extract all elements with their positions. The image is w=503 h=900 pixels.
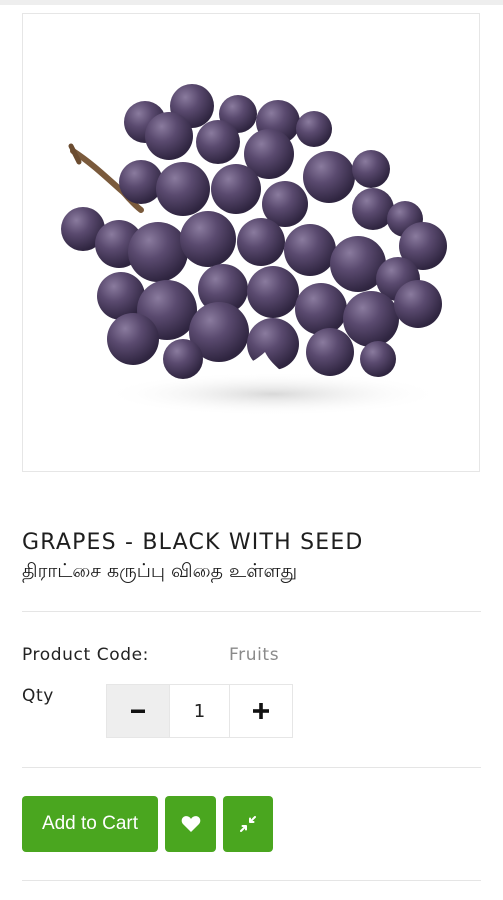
wishlist-button[interactable] — [165, 796, 216, 852]
product-title-tamil: திராட்சை கருப்பு விதை உள்ளது — [22, 560, 298, 582]
top-strip — [0, 0, 503, 5]
divider — [22, 611, 481, 612]
compress-icon — [240, 816, 256, 832]
qty-decrease-button[interactable] — [107, 685, 169, 737]
product-image[interactable] — [22, 13, 480, 472]
divider — [22, 767, 481, 768]
product-title: GRAPES - BLACK WITH SEED — [22, 530, 364, 555]
product-page: GRAPES - BLACK WITH SEED திராட்சை கருப்ப… — [0, 0, 503, 900]
divider — [22, 880, 481, 881]
minus-icon — [131, 709, 145, 713]
heart-icon — [181, 816, 200, 832]
grapes-image — [61, 84, 447, 416]
product-code-label: Product Code: — [22, 645, 149, 665]
qty-input[interactable]: 1 — [169, 685, 229, 737]
add-to-cart-label: Add to Cart — [41, 813, 139, 834]
plus-icon — [253, 703, 269, 719]
product-code-value: Fruits — [229, 645, 280, 665]
quantity-stepper: 1 — [106, 684, 293, 738]
compare-button[interactable] — [223, 796, 273, 852]
qty-increase-button[interactable] — [229, 685, 292, 737]
qty-label: Qty — [22, 686, 54, 706]
add-to-cart-button[interactable]: Add to Cart — [22, 796, 158, 852]
